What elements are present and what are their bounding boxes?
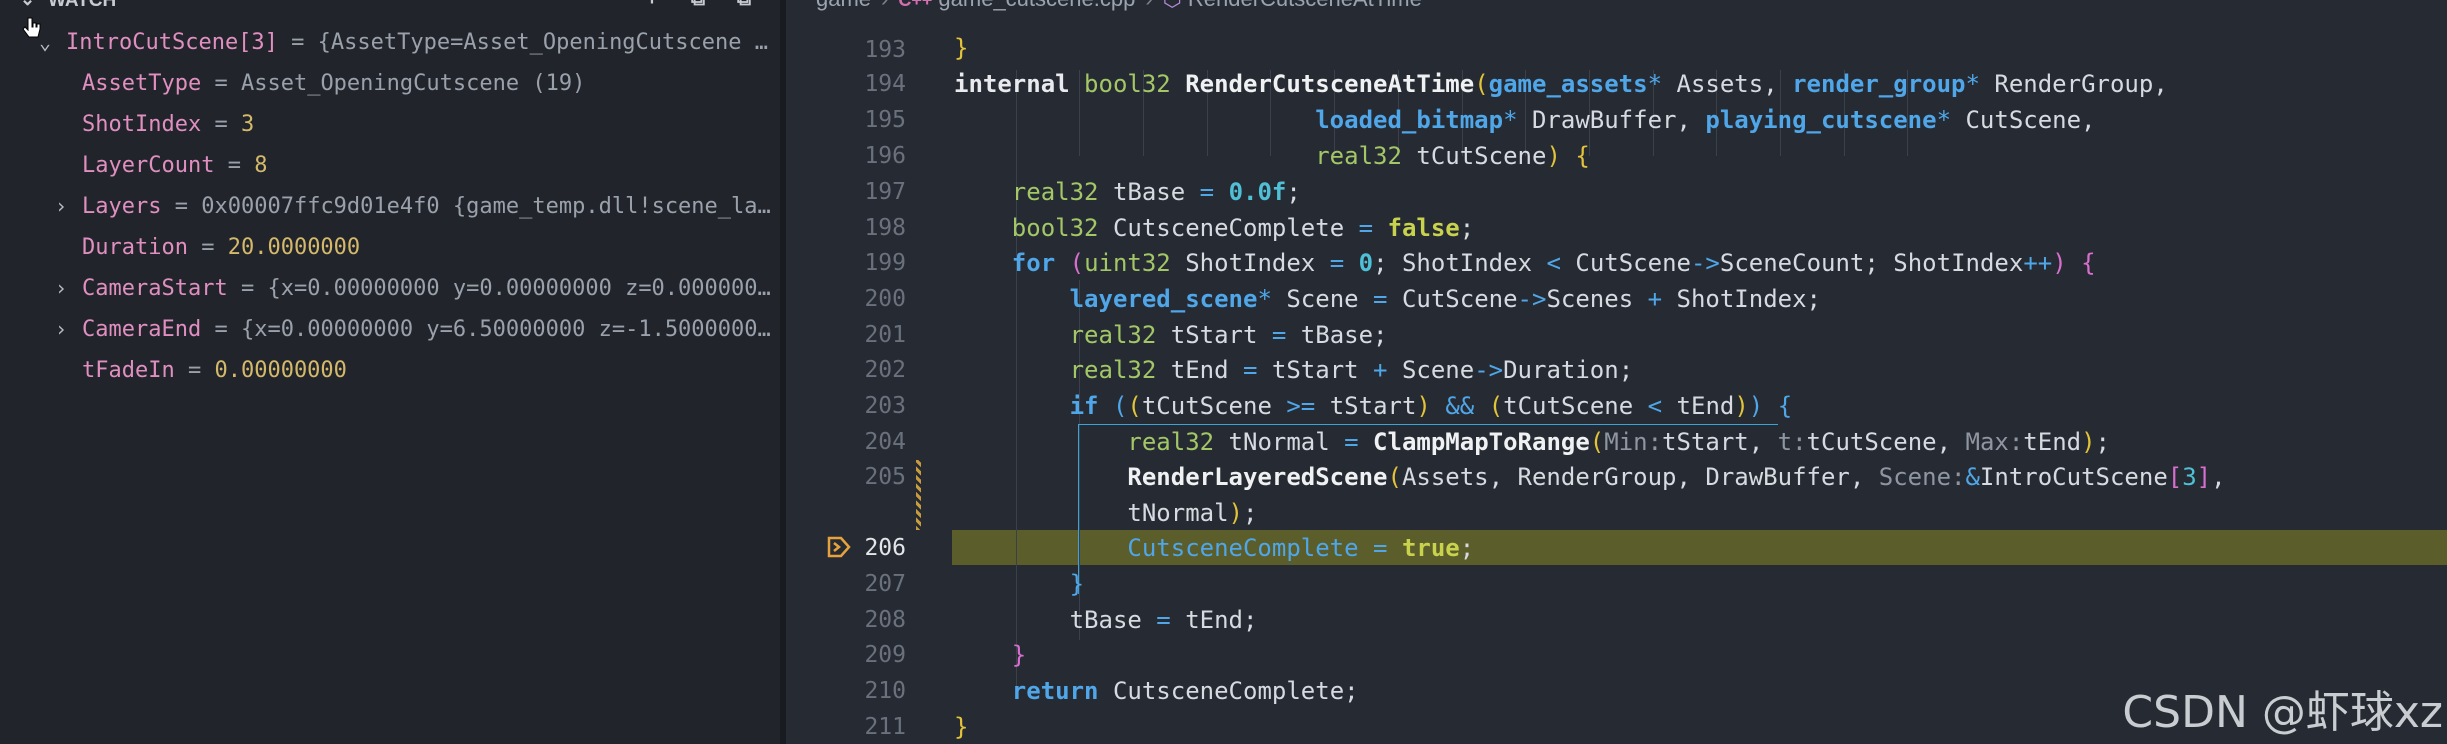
chevron-right-icon[interactable]: ›	[50, 186, 72, 227]
code-line: for (uint32 ShotIndex = 0; ShotIndex < C…	[1011, 249, 2096, 277]
function-symbol-icon: ⬡	[1163, 0, 1182, 11]
line-number[interactable]: 209	[786, 637, 906, 673]
code-line: }	[1069, 570, 1085, 598]
watch-row[interactable]: ShotIndex = 3	[0, 104, 780, 145]
watch-header: ⌄ WATCH + ⧉ ⧉	[0, 0, 780, 12]
watch-equals: =	[227, 276, 268, 301]
line-number[interactable]: 198	[786, 210, 906, 246]
watch-value: Asset_OpeningCutscene (19)	[240, 71, 586, 96]
code-line: real32 tCutScene) {	[1315, 142, 1590, 170]
watch-row[interactable]: › CameraEnd = {x=0.00000000 y=6.50000000…	[0, 309, 780, 350]
line-number[interactable]: 210	[786, 673, 906, 709]
debugger-window: ⌄ WATCH + ⧉ ⧉ ⌄ IntroCutScene[3] = {Asse…	[0, 0, 2447, 744]
add-expression-icon[interactable]: +	[640, 0, 664, 12]
breadcrumb-symbol[interactable]: RenderCutsceneAtTime	[1188, 0, 1422, 11]
line-number[interactable]: 199	[786, 245, 906, 281]
watch-expression: Duration	[82, 235, 188, 260]
watch-expression: Layers	[82, 194, 162, 219]
line-number[interactable]: 203	[786, 388, 906, 424]
code-line: }	[954, 713, 969, 741]
code-editor[interactable]: game › C++ game_cutscene.cpp › ⬡ RenderCutscen…	[786, 0, 2447, 744]
chevron-right-icon: ›	[881, 0, 888, 11]
change-marker	[916, 460, 921, 530]
code-line: if ((tCutScene >= tStart) && (tCutScene …	[1069, 392, 1793, 420]
line-number[interactable]: 208	[786, 602, 906, 638]
code-line: bool32 CutsceneComplete = false;	[1011, 214, 1475, 242]
watch-equals: =	[214, 153, 255, 178]
watch-equals: =	[201, 112, 241, 137]
code-line: internal bool32 RenderCutsceneAtTime(gam…	[954, 70, 2168, 98]
watch-value: 20.0000000	[227, 235, 361, 260]
watch-equals: =	[187, 235, 228, 260]
code-line-current: CutsceneComplete = true;	[1127, 534, 1475, 562]
code-line: layered_scene* Scene = CutScene->Scenes …	[1069, 285, 1822, 313]
breadcrumb-file[interactable]: game_cutscene.cpp	[938, 0, 1135, 11]
line-number[interactable]: 207	[786, 566, 906, 602]
watch-equals: =	[174, 358, 215, 383]
code-line: RenderLayeredScene(Assets, RenderGroup, …	[1127, 463, 2226, 491]
watch-expression: ShotIndex	[82, 112, 202, 137]
chevron-right-icon: ›	[1145, 0, 1152, 11]
instruction-pointer-icon[interactable]	[827, 536, 851, 558]
line-number[interactable]: 202	[786, 352, 906, 388]
code-line: real32 tNormal = ClampMapToRange(Min:tSt…	[1127, 428, 2110, 456]
watch-equals: =	[161, 194, 202, 219]
code-line: tNormal);	[954, 499, 1258, 527]
watch-expression: tFadeIn	[82, 358, 175, 383]
watch-expression: LayerCount	[82, 153, 215, 178]
code-line: tBase = tEnd;	[954, 606, 1258, 634]
watch-value: 3	[240, 112, 255, 137]
watch-row[interactable]: tFadeIn = 0.00000000	[0, 350, 780, 391]
watch-title: WATCH	[48, 0, 117, 11]
code-line: real32 tEnd = tStart + Scene->Duration;	[1069, 356, 1634, 384]
watch-value: 0x00007ffc9d01e4f0 {game_temp.dll!scene_…	[201, 194, 771, 219]
watch-row[interactable]: Duration = 20.0000000	[0, 227, 780, 268]
chevron-right-icon[interactable]: ›	[50, 309, 72, 350]
code-line: loaded_bitmap* DrawBuffer, playing_cutsc…	[1315, 106, 2096, 134]
watch-row[interactable]: › CameraStart = {x=0.00000000 y=0.000000…	[0, 268, 780, 309]
watch-value: {x=0.00000000 y=6.50000000 z=-1.5000000…	[240, 317, 771, 342]
watch-value: {AssetType=Asset_OpeningCutscene …	[317, 30, 769, 55]
breadcrumb-folder[interactable]: game	[816, 0, 871, 11]
watch-equals: =	[277, 30, 318, 55]
watch-expression: IntroCutScene[3]	[66, 30, 278, 55]
code-line: }	[1011, 641, 1027, 669]
watermark: CSDN @虾球xz	[2122, 687, 2443, 738]
line-number[interactable]: 200	[786, 281, 906, 317]
watch-expression: AssetType	[82, 71, 202, 96]
watch-row[interactable]: AssetType = Asset_OpeningCutscene (19)	[0, 63, 780, 104]
line-number[interactable]: 194	[786, 66, 906, 102]
breadcrumb: game › C++ game_cutscene.cpp › ⬡ RenderCutscen…	[816, 0, 1422, 14]
line-number[interactable]: 193	[786, 32, 906, 68]
watch-row[interactable]: LayerCount = 8	[0, 145, 780, 186]
hand-cursor-icon	[22, 17, 41, 38]
line-number[interactable]: 204	[786, 424, 906, 460]
line-number[interactable]: 205	[786, 459, 906, 495]
collapse-all-icon[interactable]: ⧉	[686, 0, 710, 12]
watch-value: 8	[254, 153, 268, 178]
cpp-file-icon: C++	[898, 0, 933, 10]
line-number[interactable]: 197	[786, 174, 906, 210]
code-line: }	[954, 34, 969, 62]
line-number[interactable]: 196	[786, 138, 906, 174]
watch-row[interactable]: ⌄ IntroCutScene[3] = {AssetType=Asset_Op…	[0, 22, 780, 63]
watch-expression: CameraEnd	[82, 317, 202, 342]
remove-all-icon[interactable]: ⧉	[732, 0, 756, 12]
watch-equals: =	[201, 317, 241, 342]
code-line: real32 tBase = 0.0f;	[1011, 178, 1301, 206]
code-line: return CutsceneComplete;	[1011, 677, 1359, 705]
line-number[interactable]: 195	[786, 102, 906, 138]
line-number[interactable]: 201	[786, 317, 906, 353]
chevron-right-icon[interactable]: ›	[50, 268, 72, 309]
watch-equals: =	[201, 71, 241, 96]
watch-value: 0.00000000	[214, 358, 347, 383]
code-line: real32 tStart = tBase;	[1069, 321, 1388, 349]
chevron-down-icon[interactable]: ⌄	[20, 0, 35, 10]
watch-row[interactable]: › Layers = 0x00007ffc9d01e4f0 {game_temp…	[0, 186, 780, 227]
watch-expression: CameraStart	[82, 276, 228, 301]
line-number[interactable]: 211	[786, 709, 906, 744]
watch-value: {x=0.00000000 y=0.00000000 z=0.000000…	[267, 276, 771, 301]
watch-panel: ⌄ WATCH + ⧉ ⧉ ⌄ IntroCutScene[3] = {Asse…	[0, 0, 780, 744]
